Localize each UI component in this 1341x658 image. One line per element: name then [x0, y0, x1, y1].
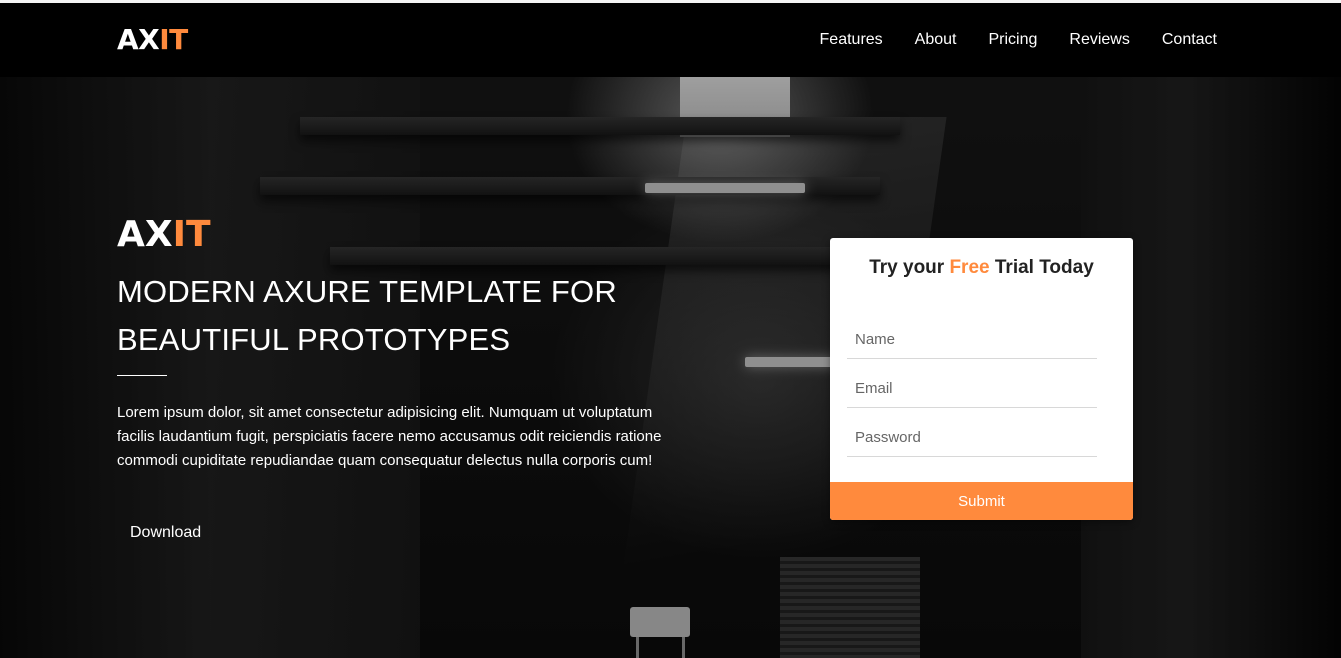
trial-title-after: Trial Today — [989, 257, 1094, 278]
download-button[interactable]: Download — [117, 520, 214, 546]
brand-logo-part2: IT — [159, 23, 188, 56]
hero-title-part1: AX — [117, 214, 173, 255]
landing-page: AXIT Features About Pricing Reviews Cont… — [0, 0, 1341, 658]
email-field[interactable] — [847, 370, 1097, 408]
password-field[interactable] — [847, 419, 1097, 457]
brand-logo[interactable]: AXIT — [117, 23, 188, 57]
trial-title-before: Try your — [869, 257, 950, 278]
hero-overlay — [0, 77, 1341, 658]
hero-background-image — [0, 77, 1341, 658]
trial-form-card: Try your Free Trial Today Submit — [830, 238, 1133, 520]
hero-divider — [117, 375, 167, 376]
hero-description: Lorem ipsum dolor, sit amet consectetur … — [117, 404, 662, 469]
hero-subtitle: MODERN AXURE TEMPLATE FOR BEAUTIFUL PROT… — [117, 274, 617, 357]
hero-title: AXIT — [117, 214, 211, 256]
trial-form-title: Try your Free Trial Today — [830, 256, 1133, 280]
brand-logo-part1: AX — [117, 23, 160, 56]
submit-button[interactable]: Submit — [830, 482, 1133, 520]
nav-link-contact[interactable]: Contact — [1162, 30, 1217, 50]
name-field[interactable] — [847, 321, 1097, 359]
nav-link-features[interactable]: Features — [820, 30, 883, 50]
trial-title-highlight: Free — [949, 257, 990, 278]
nav-menu: Features About Pricing Reviews Contact — [820, 30, 1217, 50]
nav-link-pricing[interactable]: Pricing — [988, 30, 1037, 50]
navbar: AXIT Features About Pricing Reviews Cont… — [0, 3, 1341, 77]
nav-link-about[interactable]: About — [915, 30, 957, 50]
hero-title-part2: IT — [172, 214, 211, 255]
nav-link-reviews[interactable]: Reviews — [1069, 30, 1129, 50]
